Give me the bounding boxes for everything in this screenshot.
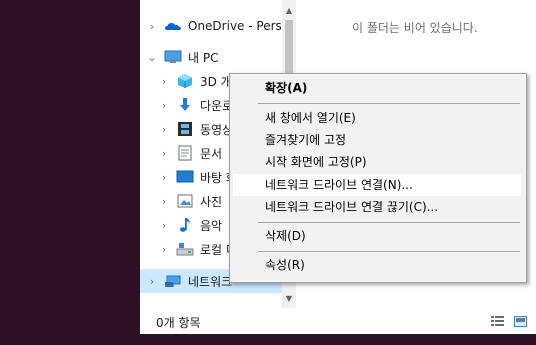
3d-objects-icon — [176, 73, 194, 89]
menu-separator — [258, 251, 520, 252]
pictures-icon — [176, 193, 194, 209]
nav-item-label: 음악 — [200, 218, 223, 233]
context-menu: 확장(A) 새 창에서 열기(E) 즐겨찾기에 고정 시작 화면에 고정(P) … — [229, 73, 527, 283]
chevron-right-icon[interactable]: › — [144, 20, 160, 33]
network-icon — [164, 273, 182, 289]
menu-item-map-network-drive[interactable]: 네트워크 드라이브 연결(N)... — [233, 174, 521, 196]
item-count: 0개 항목 — [156, 316, 201, 330]
nav-item-label: 내 PC — [188, 50, 219, 65]
music-note-icon — [176, 217, 194, 233]
empty-folder-message: 이 폴더는 비어 있습니다. — [352, 21, 478, 35]
chevron-right-icon[interactable]: › — [156, 219, 172, 232]
videos-film-icon — [176, 121, 194, 137]
nav-item-label: 사진 — [200, 194, 223, 209]
chevron-right-icon[interactable]: › — [156, 147, 172, 160]
desktop-icon — [176, 169, 194, 185]
scroll-up-arrow-icon[interactable]: ▲ — [282, 4, 296, 18]
status-bar: 0개 항목 — [140, 308, 536, 334]
menu-separator — [258, 103, 520, 104]
nav-item-label: 네트워크 — [188, 274, 233, 289]
menu-item-pin-quick-access[interactable]: 즐겨찾기에 고정 — [233, 129, 521, 151]
large-icons-view-icon[interactable] — [514, 316, 527, 327]
menu-item-disconnect-network-drive[interactable]: 네트워크 드라이브 연결 끊기(C)... — [233, 196, 521, 218]
menu-item-open-new-window[interactable]: 새 창에서 열기(E) — [233, 107, 521, 129]
nav-item-onedrive[interactable]: › OneDrive - Person — [140, 14, 282, 38]
menu-item-properties[interactable]: 속성(R) — [233, 254, 521, 276]
chevron-down-icon[interactable]: ⌄ — [144, 51, 160, 64]
onedrive-cloud-icon — [164, 18, 182, 34]
menu-separator — [258, 222, 520, 223]
menu-item-pin-start[interactable]: 시작 화면에 고정(P) — [233, 151, 521, 173]
menu-item-delete[interactable]: 삭제(D) — [233, 225, 521, 247]
this-pc-monitor-icon — [164, 49, 182, 65]
documents-icon — [176, 145, 194, 161]
chevron-right-icon[interactable]: › — [156, 123, 172, 136]
chevron-right-icon[interactable]: › — [144, 275, 160, 288]
nav-item-label: 문서 — [200, 146, 223, 161]
chevron-right-icon[interactable]: › — [156, 243, 172, 256]
chevron-right-icon[interactable]: › — [156, 171, 172, 184]
chevron-right-icon[interactable]: › — [156, 99, 172, 112]
chevron-right-icon[interactable]: › — [156, 195, 172, 208]
chevron-right-icon[interactable]: › — [156, 75, 172, 88]
downloads-arrow-icon — [176, 97, 194, 113]
local-disk-icon — [176, 241, 194, 257]
nav-item-label: OneDrive - Person — [188, 19, 282, 33]
scroll-down-arrow-icon[interactable]: ▼ — [282, 292, 296, 306]
details-view-icon[interactable] — [491, 316, 504, 327]
nav-item-this-pc[interactable]: ⌄ 내 PC — [140, 45, 282, 69]
menu-item-expand[interactable]: 확장(A) — [233, 77, 521, 99]
